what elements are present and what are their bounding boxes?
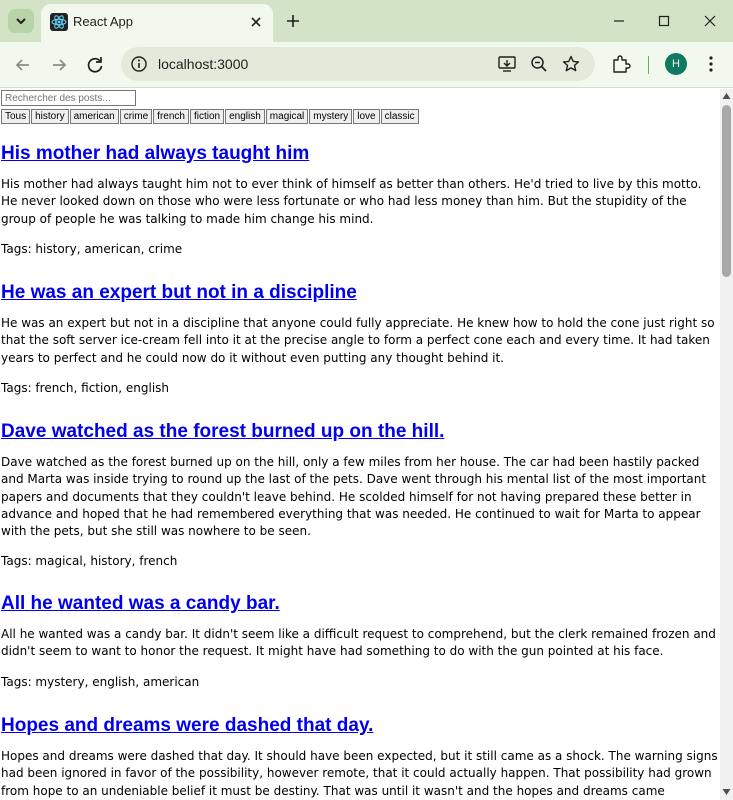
browser-tab[interactable]: React App — [41, 4, 273, 42]
react-logo-icon — [50, 13, 68, 31]
url-text[interactable]: localhost:3000 — [158, 55, 248, 73]
post-item: Hopes and dreams were dashed that day. H… — [1, 714, 718, 800]
post-tags: Tags: french, fiction, english — [1, 380, 170, 395]
post-title-link[interactable]: All he wanted was a candy bar. — [1, 592, 280, 616]
tag-filter-bar: Tous history american crime french fiction eng… — [1, 109, 420, 124]
tag-filter-button[interactable]: classic — [380, 109, 419, 124]
post-item: He was an expert but not in a discipline… — [1, 281, 718, 397]
page-content: Toushistoryamericancrimefrenchfictioneng… — [0, 89, 720, 800]
post-tags: Tags: magical, history, french — [1, 554, 178, 569]
chevron-down-icon — [16, 18, 26, 25]
tag-filter-button[interactable]: history — [31, 109, 69, 124]
browser-toolbar: localhost:3000 H — [0, 42, 733, 88]
page-scrollbar[interactable] — [720, 89, 733, 800]
new-tab-icon[interactable] — [282, 10, 304, 32]
tab-title: React App — [73, 14, 133, 29]
tag-filter-button[interactable]: english — [225, 109, 265, 124]
scrollbar-thumb[interactable] — [722, 105, 731, 277]
post-body: His mother had always taught him not to … — [1, 177, 702, 226]
maximize-icon[interactable] — [650, 8, 678, 34]
post-tags: Tags: history, american, crime — [1, 241, 183, 256]
post-item: All he wanted was a candy bar. All he wa… — [1, 592, 718, 691]
extensions-icon[interactable] — [610, 53, 632, 75]
tab-strip: React App — [0, 0, 733, 42]
tag-filter-button[interactable]: american — [69, 109, 119, 124]
scroll-up-arrow-icon[interactable] — [722, 92, 731, 100]
post-tags: Tags: mystery, english, american — [1, 674, 200, 689]
minimize-icon[interactable] — [605, 8, 633, 34]
site-info-icon[interactable] — [129, 54, 149, 74]
zoom-icon[interactable] — [529, 54, 549, 74]
forward-icon[interactable] — [45, 51, 73, 79]
tab-search-button[interactable] — [8, 9, 34, 33]
address-bar[interactable]: localhost:3000 — [121, 47, 595, 81]
post-body: All he wanted was a candy bar. It didn't… — [1, 627, 716, 659]
more-menu-icon[interactable] — [700, 53, 722, 75]
tag-filter-button[interactable]: magical — [265, 109, 309, 124]
close-tab-icon[interactable] — [246, 12, 266, 32]
profile-avatar[interactable]: H — [665, 53, 687, 75]
post-title-link[interactable]: Dave watched as the forest burned up on … — [1, 420, 444, 444]
post-body: Dave watched as the forest burned up on … — [1, 455, 707, 539]
post-body: He was an expert but not in a discipline… — [1, 316, 715, 365]
search-input[interactable] — [1, 90, 136, 106]
post-title-link[interactable]: He was an expert but not in a discipline — [1, 281, 357, 305]
tag-filter-button[interactable]: crime — [119, 109, 153, 124]
post-title-link[interactable]: His mother had always taught him — [1, 142, 309, 166]
tag-filter-button[interactable]: fiction — [189, 109, 225, 124]
toolbar-separator — [648, 56, 649, 74]
tag-filter-button[interactable]: mystery — [309, 109, 353, 124]
post-item: Dave watched as the forest burned up on … — [1, 420, 718, 570]
close-window-icon[interactable] — [696, 8, 724, 34]
tag-filter-button[interactable]: Tous — [1, 109, 31, 124]
post-title-link[interactable]: Hopes and dreams were dashed that day. — [1, 714, 373, 738]
install-app-icon[interactable] — [497, 54, 517, 74]
post-body: Hopes and dreams were dashed that day. I… — [1, 749, 718, 798]
tag-filter-button[interactable]: french — [153, 109, 189, 124]
bookmark-star-icon[interactable] — [561, 54, 581, 74]
scroll-down-arrow-icon[interactable] — [722, 788, 731, 796]
back-icon[interactable] — [9, 51, 37, 79]
post-item: His mother had always taught him His mot… — [1, 142, 718, 258]
tag-filter-button[interactable]: love — [353, 109, 380, 124]
reload-icon[interactable] — [81, 51, 109, 79]
